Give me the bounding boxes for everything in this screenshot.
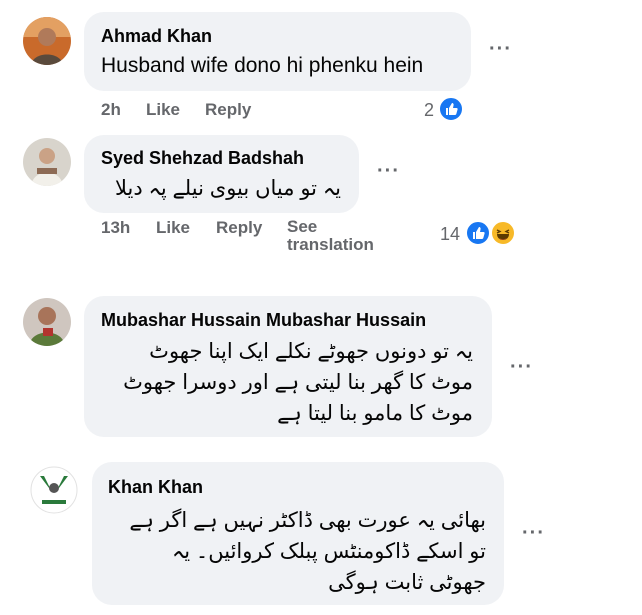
see-translation-label: translation [287,235,374,254]
comment-text-line: تو اسکے ڈاکومنٹس پبلک کروائیں۔ یہ [171,540,486,563]
comment-time[interactable]: 2h [101,100,121,120]
like-icon[interactable] [438,96,464,122]
comment-time[interactable]: 13h [101,218,130,238]
like-button[interactable]: Like [156,218,190,238]
reaction-count[interactable]: 14 [440,224,460,245]
comment-author[interactable]: Mubashar Hussain Mubashar Hussain [101,310,426,331]
see-translation-button[interactable]: See translation [287,218,374,254]
avatar[interactable] [23,17,71,65]
avatar[interactable] [23,138,71,186]
comment-text-line: یہ تو دونوں جھوٹے نکلے ایک اپنا جھوٹ [149,340,473,363]
more-options-icon[interactable]: ··· [510,356,533,379]
like-icon[interactable] [465,220,491,246]
comment-author[interactable]: Khan Khan [108,477,203,498]
comment-bubble [84,12,471,91]
more-options-icon[interactable]: ··· [377,160,400,183]
reaction-count[interactable]: 2 [424,100,434,121]
comment-text: یہ تو میاں بیوی نیلے پہ دیلا [114,177,341,200]
like-button[interactable]: Like [146,100,180,120]
comment-author[interactable]: Ahmad Khan [101,26,212,47]
reply-button[interactable]: Reply [216,218,262,238]
see-translation-label: See [287,217,318,236]
avatar[interactable] [30,466,78,514]
more-options-icon[interactable]: ··· [489,38,512,61]
comment-text-line: موٹ کا گھر بنا لیتی ہے اور دوسرا جھوٹ [123,371,473,394]
comment-text: Husband wife dono hi phenku hein [101,54,424,77]
more-options-icon[interactable]: ··· [522,522,545,545]
haha-icon[interactable] [490,220,516,246]
comment-text-line: جھوٹی ثابت ہوگی [328,571,486,594]
avatar[interactable] [23,298,71,346]
comment-author[interactable]: Syed Shehzad Badshah [101,148,304,169]
reply-button[interactable]: Reply [205,100,251,120]
comment-text-line: بھائی یہ عورت بھی ڈاکٹر نہیں ہے اگر ہے [129,509,486,532]
comment-text-line: موٹ کا مامو بنا لیتا ہے [277,402,473,425]
